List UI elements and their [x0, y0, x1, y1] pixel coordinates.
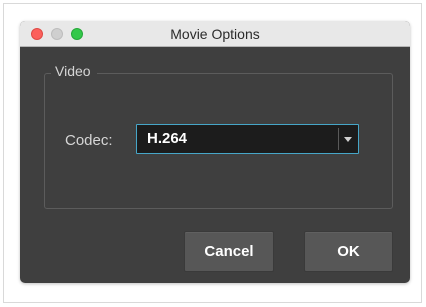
title-bar[interactable]: Movie Options: [20, 21, 410, 47]
select-divider: [338, 128, 339, 150]
video-group-title: Video: [51, 62, 97, 80]
movie-options-dialog: Movie Options Video Codec: H.264 Cancel …: [20, 21, 410, 283]
codec-select-value: H.264: [147, 130, 188, 147]
cancel-button[interactable]: Cancel: [184, 231, 274, 272]
chevron-down-icon[interactable]: [344, 137, 352, 142]
ok-button[interactable]: OK: [304, 231, 393, 272]
codec-label: Codec:: [65, 132, 113, 149]
codec-select[interactable]: H.264: [136, 124, 359, 154]
window-title: Movie Options: [170, 26, 260, 42]
